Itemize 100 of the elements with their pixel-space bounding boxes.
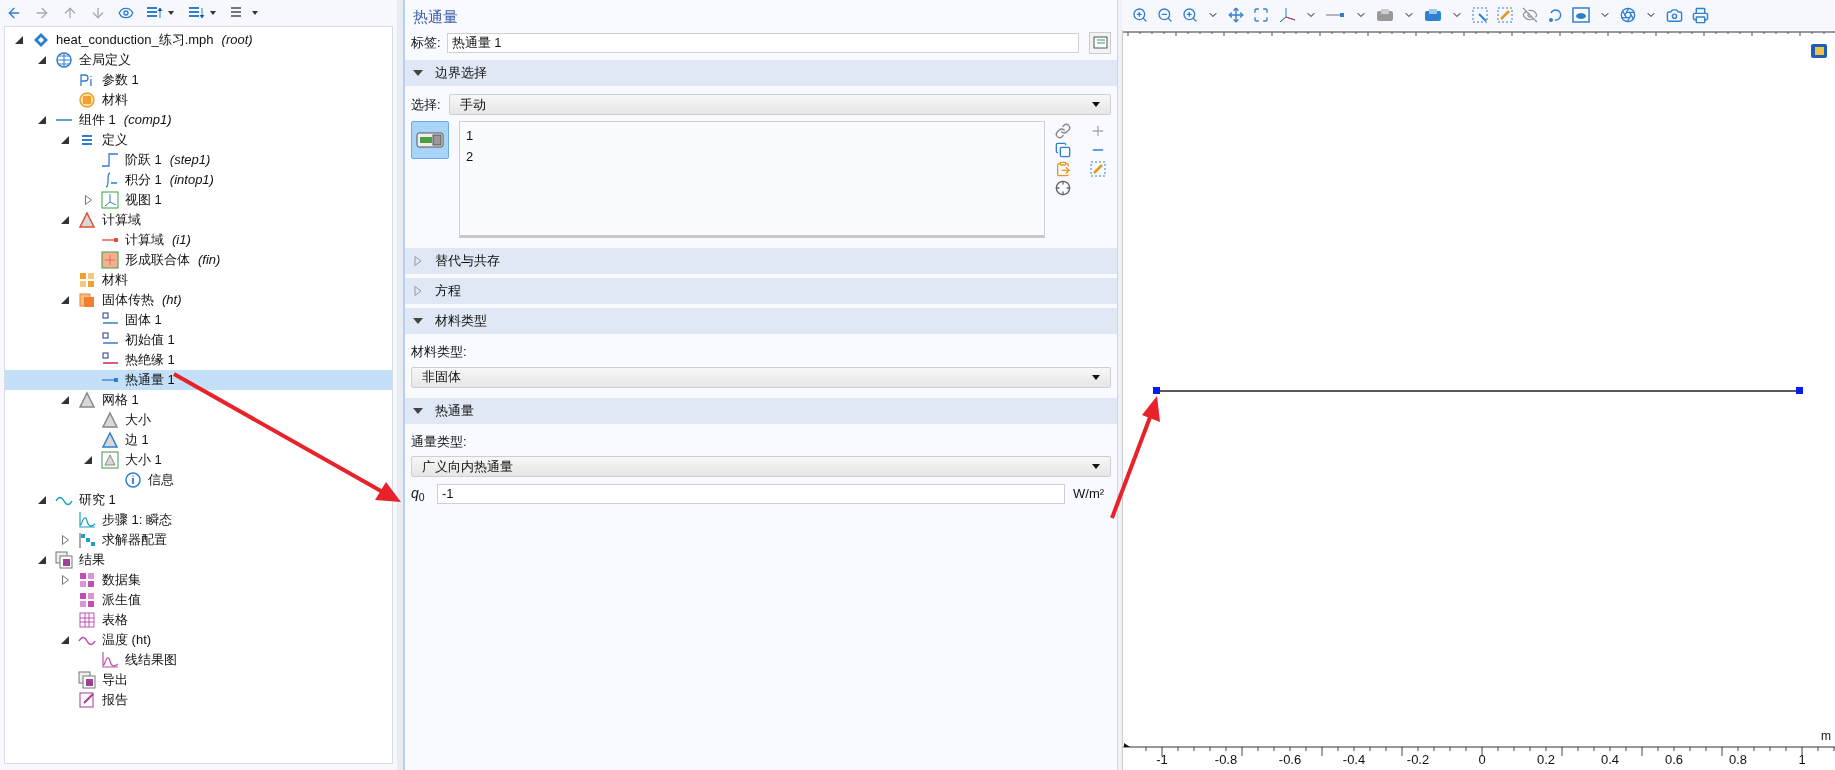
link-icon[interactable] (1055, 123, 1071, 139)
zoom-out-icon[interactable] (1157, 7, 1173, 23)
section-header[interactable]: 材料类型 (405, 308, 1117, 334)
clear-selection-icon[interactable] (1090, 161, 1106, 177)
label-field[interactable]: 热通量 1 (446, 33, 1079, 53)
line-point-icon[interactable] (1326, 11, 1346, 19)
tree-item[interactable]: 材料 (5, 270, 132, 290)
tree-item[interactable]: 求解器配置 (5, 530, 171, 550)
list-item[interactable]: 2 (466, 147, 474, 168)
tree-item[interactable]: 组件 1 (comp1) (5, 110, 176, 130)
tree-item-label: 组件 1 (79, 111, 116, 130)
tree-item[interactable]: 温度 (ht) (5, 630, 156, 650)
back-icon[interactable] (6, 5, 22, 21)
tree-item[interactable]: heat_conduction_练习.mph (root) (5, 30, 257, 50)
tree-item[interactable]: 固体传热 (ht) (5, 290, 186, 310)
tree-item[interactable]: 网格 1 (5, 390, 143, 410)
dropdown[interactable]: 手动 (448, 94, 1111, 115)
selection-list[interactable]: 1 2 (459, 121, 1045, 238)
move-down-icon[interactable] (90, 5, 106, 21)
center-icon[interactable] (1228, 7, 1244, 23)
tree-item[interactable]: 材料 (5, 90, 132, 110)
tree-item[interactable]: 结果 (5, 550, 109, 570)
tree-item[interactable]: 视图 1 (5, 190, 166, 210)
graphics-canvas[interactable]: -1 -0.8 -0.6 -0.4 -0.2 0 0.2 0.4 0.6 0.8 1 m (1123, 30, 1835, 768)
dropdown[interactable]: 广义向内热通量 (411, 456, 1111, 477)
expanded-toggle-icon[interactable] (15, 36, 23, 44)
axes-icon[interactable] (1278, 7, 1296, 23)
collapsed-toggle-icon[interactable] (61, 575, 69, 585)
forward-icon[interactable] (34, 5, 50, 21)
expanded-toggle-icon[interactable] (61, 636, 69, 644)
expanded-toggle-icon[interactable] (38, 56, 46, 64)
tree-item-label: 网格 1 (102, 391, 139, 410)
expanded-toggle-icon[interactable] (61, 136, 69, 144)
tree-item[interactable]: 信息 (5, 470, 178, 490)
show-icon[interactable] (118, 5, 134, 21)
section-header[interactable]: 替代与共存 (405, 248, 1117, 274)
tree-item[interactable]: 线结果图 (5, 650, 181, 670)
print-icon[interactable] (1692, 6, 1709, 24)
tree-item[interactable]: 初始值 1 (5, 330, 179, 350)
tree-item[interactable]: 全局定义 (5, 50, 135, 70)
tree-item[interactable]: 导出 (5, 670, 132, 690)
zoom-extents-icon[interactable] (1253, 7, 1269, 23)
expanded-toggle-icon[interactable] (38, 496, 46, 504)
label-button[interactable] (1089, 32, 1111, 54)
list-view-icon[interactable] (230, 6, 260, 20)
list-item[interactable]: 1 (466, 126, 474, 147)
value-field[interactable]: -1 (437, 483, 1065, 504)
tree-item[interactable]: 大小 (5, 410, 155, 430)
tree-item-label: 热绝缘 1 (125, 351, 175, 370)
tree-item[interactable]: 形成联合体 (fin) (5, 250, 225, 270)
view-window-icon[interactable] (1572, 7, 1590, 23)
view-cube-icon[interactable] (1811, 44, 1827, 58)
aperture-icon[interactable] (1620, 7, 1636, 23)
collapsed-caret-icon (413, 256, 423, 266)
active-toggle-button[interactable] (411, 121, 449, 159)
zoom-to-selection-icon[interactable] (1055, 180, 1071, 196)
field-label: 通量类型: (411, 432, 467, 451)
move-up-icon[interactable] (62, 5, 78, 21)
tree-item[interactable]: 研究 1 (5, 490, 120, 510)
expanded-toggle-icon[interactable] (61, 216, 69, 224)
tree-item[interactable]: 计算域 (5, 210, 145, 230)
tree-item[interactable]: 数据集 (5, 570, 145, 590)
collapsed-toggle-icon[interactable] (84, 195, 92, 205)
expand-all-icon[interactable] (188, 6, 218, 20)
expanded-toggle-icon[interactable] (61, 296, 69, 304)
tree-item[interactable]: 步骤 1: 瞬态 (5, 510, 177, 530)
tree-item[interactable]: 参数 1 (5, 70, 143, 90)
tree-item[interactable]: 积分 1 (intop1) (5, 170, 218, 190)
tree-item[interactable]: 计算域 (i1) (5, 230, 195, 250)
camera-icon[interactable] (1666, 6, 1683, 24)
expanded-caret-icon (413, 70, 423, 76)
tree-item[interactable]: 边 1 (5, 430, 153, 450)
expanded-toggle-icon[interactable] (38, 556, 46, 564)
tree-item[interactable]: 报告 (5, 690, 132, 710)
tree-item[interactable]: 派生值 (5, 590, 145, 610)
collapse-all-icon[interactable] (146, 6, 176, 20)
paste-icon[interactable] (1055, 161, 1071, 177)
zoom-in-icon[interactable] (1132, 7, 1148, 23)
clear-selection-icon[interactable] (1497, 7, 1513, 23)
tree-item[interactable]: 固体 1 (5, 310, 166, 330)
tree-item[interactable]: 定义 (5, 130, 132, 150)
copy-icon[interactable] (1055, 142, 1071, 158)
tree-item[interactable]: 大小 1 (5, 450, 166, 470)
expanded-toggle-icon[interactable] (61, 396, 69, 404)
zoom-box-icon[interactable] (1182, 7, 1198, 23)
tree-item[interactable]: 表格 (5, 610, 132, 630)
section-header[interactable]: 热通量 (405, 397, 1117, 424)
tree-item-label: 视图 1 (125, 191, 162, 210)
expanded-toggle-icon[interactable] (84, 456, 92, 464)
tree-item[interactable]: 阶跃 1 (step1) (5, 150, 215, 170)
dropdown[interactable]: 非固体 (411, 366, 1111, 388)
section-header[interactable]: 方程 (405, 278, 1117, 304)
hide-icon[interactable] (1522, 7, 1538, 23)
select-box-icon[interactable] (1472, 7, 1488, 23)
reset-hiding-icon[interactable] (1547, 7, 1563, 23)
section-header[interactable]: 边界选择 (405, 60, 1117, 86)
expanded-toggle-icon[interactable] (38, 116, 46, 124)
tree-item[interactable]: 热绝缘 1 (5, 350, 179, 370)
collapsed-toggle-icon[interactable] (61, 535, 69, 545)
field-label: 标签: (411, 34, 441, 53)
